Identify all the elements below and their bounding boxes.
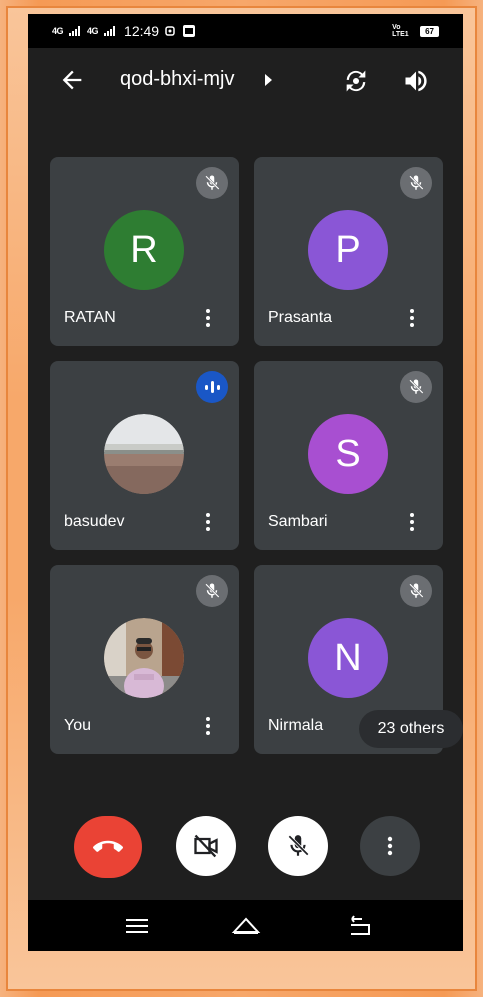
participant-name: RATAN bbox=[64, 309, 116, 326]
back-nav-icon[interactable] bbox=[348, 915, 372, 937]
more-vertical-icon bbox=[387, 836, 393, 856]
volte-indicator: Vo LTE1 LTE2 bbox=[392, 24, 409, 38]
end-call-icon bbox=[93, 840, 123, 852]
status-time: 12:49 bbox=[124, 23, 160, 39]
avatar: N bbox=[308, 618, 388, 698]
meeting-header: qod-bhxi-mjv bbox=[28, 48, 463, 112]
recording-icon bbox=[165, 26, 175, 36]
participant-tile[interactable]: S Sambari bbox=[254, 361, 443, 550]
mic-off-icon bbox=[400, 575, 432, 607]
mic-toggle-button[interactable] bbox=[268, 816, 328, 876]
avatar-initial: S bbox=[335, 432, 361, 475]
signal-2-indicator: 4G bbox=[87, 26, 99, 36]
others-count-chip[interactable]: 23 others bbox=[359, 710, 463, 748]
participant-tile[interactable]: P Prasanta bbox=[254, 157, 443, 346]
meeting-code[interactable]: qod-bhxi-mjv bbox=[120, 68, 234, 91]
more-options-button[interactable] bbox=[360, 816, 420, 876]
speaking-indicator-icon bbox=[196, 371, 228, 403]
avatar-photo bbox=[104, 414, 184, 494]
participant-name: basudev bbox=[64, 513, 125, 530]
signal-bars-icon bbox=[104, 26, 116, 36]
more-options-icon[interactable] bbox=[406, 511, 418, 533]
switch-camera-icon[interactable] bbox=[342, 67, 370, 95]
notification-app-icon bbox=[183, 25, 196, 37]
camera-off-icon bbox=[194, 834, 218, 858]
system-navigation-bar bbox=[28, 900, 463, 951]
more-options-icon[interactable] bbox=[202, 511, 214, 533]
participant-name: Sambari bbox=[268, 513, 328, 530]
participant-tile[interactable]: basudev bbox=[50, 361, 239, 550]
mic-off-icon bbox=[288, 835, 309, 856]
participant-tile-self[interactable]: You bbox=[50, 565, 239, 754]
more-options-icon[interactable] bbox=[202, 715, 214, 737]
more-options-icon[interactable] bbox=[202, 307, 214, 329]
mic-off-icon bbox=[196, 575, 228, 607]
avatar-initial: P bbox=[335, 228, 361, 271]
camera-toggle-button[interactable] bbox=[176, 816, 236, 876]
mic-off-icon bbox=[400, 167, 432, 199]
avatar: P bbox=[308, 210, 388, 290]
speaker-icon[interactable] bbox=[402, 67, 430, 95]
meeting-details-arrow-icon[interactable] bbox=[265, 74, 272, 86]
signal-bars-icon bbox=[69, 26, 81, 36]
phone-screen: 4G 4G 12:49 Vo LTE1 LTE2 67 qod-bhxi-mjv bbox=[28, 14, 463, 951]
mic-off-icon bbox=[196, 167, 228, 199]
more-options-icon[interactable] bbox=[406, 307, 418, 329]
back-arrow-icon[interactable] bbox=[58, 66, 86, 94]
participant-name: You bbox=[64, 717, 91, 734]
signal-1-indicator: 4G bbox=[52, 26, 64, 36]
end-call-button[interactable] bbox=[74, 816, 142, 878]
avatar: S bbox=[308, 414, 388, 494]
status-bar: 4G 4G 12:49 Vo LTE1 LTE2 67 bbox=[28, 14, 463, 48]
menu-icon[interactable] bbox=[126, 916, 148, 936]
avatar-photo bbox=[104, 618, 184, 698]
participant-name: Prasanta bbox=[268, 309, 333, 326]
participant-tile[interactable]: R RATAN bbox=[50, 157, 239, 346]
home-icon[interactable] bbox=[231, 914, 261, 938]
battery-indicator: 67 bbox=[420, 25, 439, 37]
mic-off-icon bbox=[400, 371, 432, 403]
avatar-initial: N bbox=[334, 636, 362, 679]
participant-name: Nirmala bbox=[268, 717, 324, 734]
avatar-initial: R bbox=[130, 228, 158, 271]
avatar: R bbox=[104, 210, 184, 290]
